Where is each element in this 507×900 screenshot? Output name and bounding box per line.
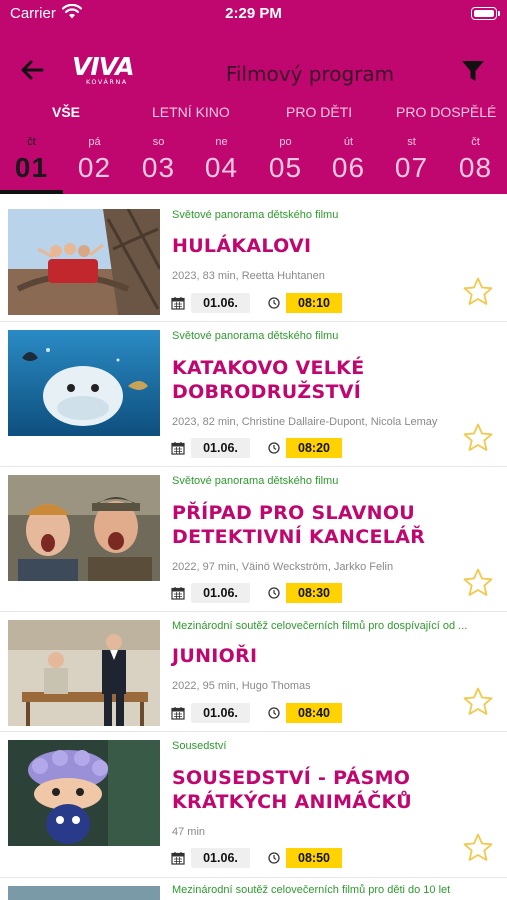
- calendar-icon: [171, 707, 185, 720]
- movie-section: Mezinárodní soutěž celovečerních filmů p…: [172, 620, 468, 632]
- movie-title: SOUSEDSTVÍ - PÁSMO KRÁTKÝCH ANIMÁČKŮ: [172, 767, 412, 813]
- movie-item-sousedstvi[interactable]: Sousedství SOUSEDSTVÍ - PÁSMO KRÁTKÝCH A…: [0, 732, 507, 878]
- movie-poster: [8, 330, 160, 436]
- logo-text: VIVA: [72, 52, 135, 81]
- day-name: čt: [27, 136, 36, 148]
- day-name: ne: [215, 136, 228, 148]
- movie-title: JUNIOŘI: [172, 645, 258, 667]
- day-tab-07[interactable]: st 07: [380, 136, 443, 194]
- movie-meta: 2022, 97 min, Väinö Weckström, Jarkko Fe…: [172, 561, 394, 573]
- status-time: 2:29 PM: [225, 5, 282, 22]
- day-number: 06: [331, 152, 366, 183]
- app-header: Carrier 2:29 PM VIVA KOVÁRNA Filmový pro…: [0, 0, 507, 194]
- calendar-icon: [171, 587, 185, 600]
- star-favorite-icon[interactable]: [462, 422, 494, 454]
- day-name: út: [343, 136, 354, 148]
- tab-letni-kino[interactable]: LETNÍ KINO: [152, 104, 230, 120]
- category-tabs: VŠE LETNÍ KINO PRO DĚTI PRO DOSPĚLÉ: [0, 104, 507, 128]
- day-tab-06[interactable]: út 06: [317, 136, 380, 194]
- movie-section: Světové panorama dětského filmu: [172, 330, 339, 342]
- movie-section: Světové panorama dětského filmu: [172, 209, 339, 221]
- day-name: po: [279, 136, 292, 148]
- movie-meta: 2023, 83 min, Reetta Huhtanen: [172, 270, 325, 282]
- movie-item-pripad[interactable]: Světové panorama dětského filmu PŘÍPAD P…: [0, 467, 507, 612]
- movie-time: 08:30: [286, 583, 342, 603]
- day-tab-02[interactable]: pá 02: [63, 136, 126, 194]
- day-name: st: [407, 136, 416, 148]
- day-number: 05: [268, 152, 303, 183]
- day-tab-04[interactable]: ne 04: [190, 136, 253, 194]
- star-favorite-icon[interactable]: [462, 686, 494, 718]
- clock-icon: [268, 297, 280, 309]
- day-number: 02: [77, 152, 112, 183]
- movie-poster: [8, 209, 160, 315]
- movie-meta: 47 min: [172, 826, 206, 838]
- movie-item-hulakalovi[interactable]: Světové panorama dětského filmu HULÁKALO…: [0, 194, 507, 322]
- movie-meta: 2022, 95 min, Hugo Thomas: [172, 680, 311, 692]
- calendar-icon: [171, 442, 185, 455]
- back-arrow-icon[interactable]: [18, 56, 46, 84]
- movie-time: 08:50: [286, 848, 342, 868]
- movie-date: 01.06.: [191, 438, 250, 458]
- movie-list: Světové panorama dětského filmu HULÁKALO…: [0, 194, 507, 900]
- tab-pro-dospele[interactable]: PRO DOSPĚLÉ: [396, 104, 496, 120]
- tab-pro-deti[interactable]: PRO DĚTI: [286, 104, 352, 120]
- movie-time: 08:10: [286, 293, 342, 313]
- movie-time: 08:20: [286, 438, 342, 458]
- star-favorite-icon[interactable]: [462, 832, 494, 864]
- movie-meta: 2023, 82 min, Christine Dallaire-Dupont,…: [172, 416, 438, 428]
- filter-icon[interactable]: [460, 58, 486, 84]
- day-tab-08[interactable]: čt 08: [444, 136, 507, 194]
- movie-section: Mezinárodní soutěž celovečerních filmů p…: [172, 884, 451, 896]
- movie-section: Sousedství: [172, 740, 227, 752]
- star-favorite-icon[interactable]: [462, 276, 494, 308]
- day-selector: čt 01 pá 02 so 03 ne 04 po 05 út 06 st 0…: [0, 136, 507, 194]
- movie-poster: [8, 620, 160, 726]
- movie-title: HULÁKALOVI: [172, 235, 312, 257]
- calendar-icon: [171, 297, 185, 310]
- movie-poster: [8, 475, 160, 581]
- movie-item-juniori[interactable]: Mezinárodní soutěž celovečerních filmů p…: [0, 612, 507, 732]
- day-tab-01[interactable]: čt 01: [0, 136, 63, 194]
- movie-date: 01.06.: [191, 703, 250, 723]
- day-name: čt: [471, 136, 480, 148]
- status-bar: Carrier 2:29 PM: [0, 0, 507, 30]
- movie-poster: [8, 886, 160, 900]
- movie-poster: [8, 740, 160, 846]
- movie-time: 08:40: [286, 703, 342, 723]
- movie-title: PŘÍPAD PRO SLAVNOU DETEKTIVNÍ KANCELÁŘ: [172, 502, 426, 548]
- day-tab-03[interactable]: so 03: [127, 136, 190, 194]
- clock-icon: [268, 852, 280, 864]
- clock-icon: [268, 587, 280, 599]
- movie-title: KATAKOVO VELKÉ DOBRODRUŽSTVÍ: [172, 357, 365, 403]
- star-favorite-icon[interactable]: [462, 567, 494, 599]
- viva-logo: VIVA KOVÁRNA: [72, 54, 142, 88]
- day-name: so: [152, 136, 165, 148]
- day-name: pá: [88, 136, 101, 148]
- clock-icon: [268, 707, 280, 719]
- day-number: 04: [204, 152, 239, 183]
- day-tab-05[interactable]: po 05: [254, 136, 317, 194]
- movie-date: 01.06.: [191, 583, 250, 603]
- movie-date: 01.06.: [191, 848, 250, 868]
- tab-vse[interactable]: VŠE: [52, 104, 80, 120]
- clock-icon: [268, 442, 280, 454]
- movie-item-partial[interactable]: Mezinárodní soutěž celovečerních filmů p…: [0, 878, 507, 900]
- day-number: 08: [458, 152, 493, 183]
- movie-date: 01.06.: [191, 293, 250, 313]
- day-number: 03: [141, 152, 176, 183]
- day-number: 01: [14, 152, 49, 183]
- page-title: Filmový program: [225, 62, 395, 86]
- movie-item-katakovo[interactable]: Světové panorama dětského filmu KATAKOVO…: [0, 322, 507, 467]
- calendar-icon: [171, 852, 185, 865]
- battery-icon: [471, 7, 500, 20]
- day-number: 07: [394, 152, 429, 183]
- movie-section: Světové panorama dětského filmu: [172, 475, 339, 487]
